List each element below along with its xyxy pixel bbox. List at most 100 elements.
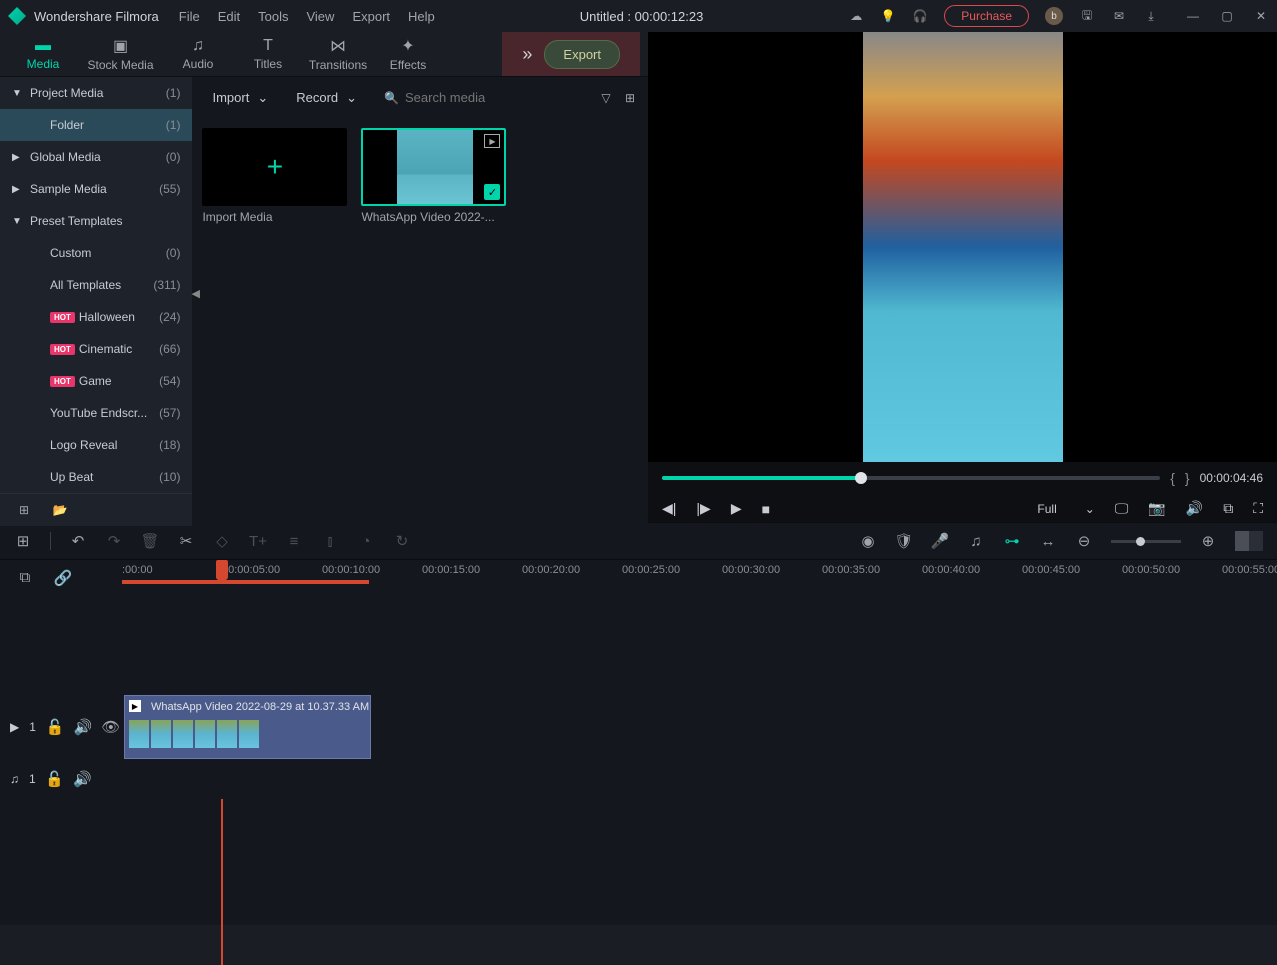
lock-icon[interactable]: 🔓 [46, 718, 64, 736]
grid-view-icon[interactable]: ⊞ [622, 90, 638, 106]
track-number: 1 [29, 720, 36, 734]
cloud-icon[interactable]: ☁ [848, 8, 864, 24]
voiceover-icon[interactable]: 🎤 [931, 532, 949, 550]
render-icon[interactable]: ◉ [859, 532, 877, 550]
sidebar-item-preset-templates[interactable]: ▼Preset Templates [0, 205, 192, 237]
menu-tools[interactable]: Tools [258, 9, 288, 24]
track-options-icon[interactable]: ⧉ [16, 569, 34, 587]
menu-help[interactable]: Help [408, 9, 435, 24]
preview-video[interactable] [648, 32, 1277, 462]
redo-icon[interactable]: ↷ [105, 532, 123, 550]
prev-frame-icon[interactable]: ◀| [662, 500, 676, 517]
audio-edit-icon[interactable]: ⫾ [321, 532, 339, 550]
sidebar-item-global-media[interactable]: ▶Global Media(0) [0, 141, 192, 173]
record-dropdown[interactable]: Record⌄ [286, 86, 367, 110]
view-toggle[interactable] [1235, 531, 1263, 551]
open-folder-icon[interactable]: 📂 [52, 502, 68, 518]
sidebar-item-sample-media[interactable]: ▶Sample Media(55) [0, 173, 192, 205]
menu-view[interactable]: View [306, 9, 334, 24]
folder-icon: ▬ [35, 37, 51, 55]
volume-icon[interactable]: 🔊 [1186, 500, 1203, 517]
tab-effects[interactable]: ✦Effects [373, 32, 443, 76]
preview-progress-slider[interactable] [662, 476, 1160, 480]
delete-icon[interactable]: 🗑 [141, 532, 159, 550]
import-dropdown[interactable]: Import⌄ [202, 86, 278, 110]
lock-icon[interactable]: 🔓 [46, 770, 64, 788]
quality-dropdown[interactable]: Full⌄ [1037, 502, 1094, 516]
sidebar-item-folder[interactable]: Folder(1) [0, 109, 192, 141]
pip-icon[interactable]: ⧉ [1223, 500, 1233, 517]
display-icon[interactable]: 🖵 [1115, 500, 1129, 517]
zoom-slider[interactable] [1111, 540, 1181, 543]
mute-icon[interactable]: 🔊 [74, 718, 92, 736]
play-icon[interactable]: ▶ [731, 500, 742, 517]
collapse-sidebar-icon[interactable]: ◀ [191, 287, 199, 300]
crop-icon[interactable]: ◇ [213, 532, 231, 550]
tab-stock-media[interactable]: ▣Stock Media [78, 32, 163, 76]
sidebar-item-label: Halloween [79, 310, 135, 324]
close-icon[interactable]: ✕ [1253, 8, 1269, 24]
download-icon[interactable]: ⤓ [1143, 8, 1159, 24]
headphones-icon[interactable]: 🎧 [912, 8, 928, 24]
timeline-ruler[interactable]: :00:0000:00:05:0000:00:10:0000:00:15:000… [122, 560, 1277, 595]
mail-icon[interactable]: ✉ [1111, 8, 1127, 24]
playhead[interactable] [216, 560, 228, 578]
sidebar-item-cinematic[interactable]: HOTCinematic(66) [0, 333, 192, 365]
mark-in-icon[interactable]: { [1170, 470, 1175, 486]
menu-file[interactable]: File [179, 9, 200, 24]
next-frame-icon[interactable]: |▶ [696, 500, 710, 517]
sidebar-item-game[interactable]: HOTGame(54) [0, 365, 192, 397]
marker-icon[interactable]: 🛡 [895, 532, 913, 550]
import-media-tile[interactable]: + Import Media [202, 128, 347, 224]
timeline-clip[interactable]: ▶ WhatsApp Video 2022-08-29 at 10.37.33 … [124, 695, 371, 759]
minimize-icon[interactable]: — [1185, 8, 1201, 24]
snapshot-icon[interactable]: 📷 [1148, 500, 1165, 517]
split-icon[interactable]: ✂ [177, 532, 195, 550]
tab-media[interactable]: ▬Media [8, 32, 78, 76]
menu-edit[interactable]: Edit [218, 9, 240, 24]
tab-audio[interactable]: ♫Audio [163, 32, 233, 76]
sidebar-item-project-media[interactable]: ▼Project Media(1) [0, 77, 192, 109]
mark-out-icon[interactable]: } [1185, 470, 1190, 486]
sidebar-item-logo-reveal[interactable]: Logo Reveal(18) [0, 429, 192, 461]
sidebar-item-custom[interactable]: Custom(0) [0, 237, 192, 269]
media-clip-tile[interactable]: ▶ ✓ WhatsApp Video 2022-... [361, 128, 506, 224]
mute-icon[interactable]: 🔊 [74, 770, 92, 788]
filter-icon[interactable]: ▽ [598, 90, 614, 106]
undo-icon[interactable]: ↶ [69, 532, 87, 550]
tab-transitions[interactable]: ⋈Transitions [303, 32, 373, 76]
sidebar-item-youtube-endscr-[interactable]: YouTube Endscr...(57) [0, 397, 192, 429]
new-folder-icon[interactable]: ⊞ [16, 502, 32, 518]
auto-ripple-icon[interactable]: ⊶ [1003, 532, 1021, 550]
lightbulb-icon[interactable]: 💡 [880, 8, 896, 24]
audio-mixer-icon[interactable]: ♫ [967, 532, 985, 550]
tab-titles[interactable]: TTitles [233, 32, 303, 76]
visibility-icon[interactable]: 👁 [102, 718, 120, 736]
zoom-in-icon[interactable]: ⊕ [1199, 532, 1217, 550]
adjust-icon[interactable]: ≡ [285, 532, 303, 550]
grid-icon[interactable]: ⊞ [14, 532, 32, 550]
search-input[interactable] [405, 90, 581, 105]
text-tool-icon[interactable]: T+ [249, 532, 267, 550]
export-button[interactable]: Export [544, 40, 620, 69]
color-icon[interactable]: ↻ [393, 532, 411, 550]
link-icon[interactable]: 🔗 [54, 569, 72, 587]
search-media-box[interactable]: 🔍 [375, 85, 590, 110]
user-avatar[interactable]: b [1045, 7, 1063, 25]
speed-icon[interactable]: ◔ [357, 532, 375, 550]
sidebar-item-all-templates[interactable]: All Templates(311) [0, 269, 192, 301]
save-icon[interactable]: 🖫 [1079, 8, 1095, 24]
fullscreen-icon[interactable]: ⛶ [1253, 500, 1263, 517]
sidebar-item-up-beat[interactable]: Up Beat(10) [0, 461, 192, 493]
purchase-button[interactable]: Purchase [944, 5, 1029, 27]
sidebar-item-count: (10) [159, 470, 180, 484]
chevron-down-icon: ⌄ [346, 90, 357, 106]
expand-tabs-icon[interactable]: » [522, 44, 532, 65]
fit-zoom-icon[interactable]: ↔ [1039, 532, 1057, 550]
menu-export[interactable]: Export [352, 9, 390, 24]
maximize-icon[interactable]: ▢ [1219, 8, 1235, 24]
stop-icon[interactable]: ■ [762, 501, 770, 517]
sidebar-item-halloween[interactable]: HOTHalloween(24) [0, 301, 192, 333]
sidebar-item-label: Project Media [30, 86, 103, 100]
zoom-out-icon[interactable]: ⊖ [1075, 532, 1093, 550]
